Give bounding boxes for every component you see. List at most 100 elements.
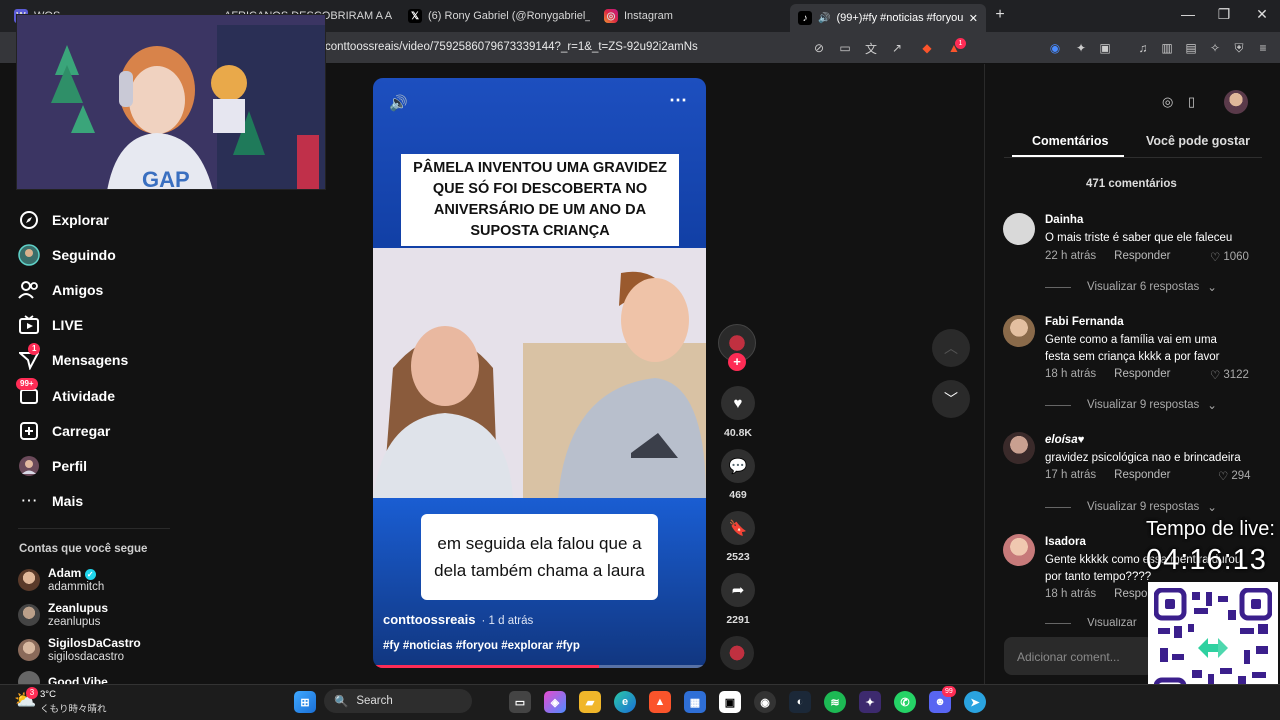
nav-perfil[interactable]: Perfil	[18, 453, 87, 479]
share-icon[interactable]: ↗	[888, 40, 906, 56]
translate-icon[interactable]: 文	[862, 40, 880, 56]
following-account-zeanlupus[interactable]: Zeanlupus zeanlupus	[18, 601, 108, 629]
copilot-icon[interactable]: ◈	[544, 691, 566, 713]
comment-like-button[interactable]: ♡ 1060	[1210, 250, 1249, 264]
view-replies-button[interactable]: Visualizar	[1045, 618, 1137, 628]
comment-like-button[interactable]: ♡ 3122	[1210, 368, 1249, 382]
next-video-button[interactable]: ﹀	[932, 380, 970, 418]
video-author[interactable]: conttoossreais · 1 d atrás	[383, 612, 533, 627]
save-button[interactable]: 🔖	[721, 511, 755, 545]
sound-disc-icon[interactable]	[720, 636, 754, 670]
minimize-button[interactable]: —	[1178, 6, 1198, 22]
steam-icon[interactable]: ◐	[789, 691, 811, 713]
comment-author[interactable]: Dainha	[1045, 214, 1083, 226]
twitch-studio-icon[interactable]: ✦	[859, 691, 881, 713]
volume-icon[interactable]: 🔊	[389, 94, 408, 112]
view-replies-button[interactable]: Visualizar 6 respostas ⌄	[1045, 280, 1217, 294]
menu-icon[interactable]: ≡	[1254, 40, 1272, 56]
spotify-icon[interactable]: ≋	[824, 691, 846, 713]
share-button[interactable]: ➦	[721, 573, 755, 607]
account-name: Zeanlupus	[48, 601, 109, 615]
video-hashtags[interactable]: #fy #noticias #foryou #explorar #fyp	[383, 640, 580, 652]
edge-icon[interactable]: e	[614, 691, 636, 713]
more-options-icon[interactable]: ⋯	[669, 90, 688, 111]
task-view-icon[interactable]: ▭	[509, 691, 531, 713]
avatar[interactable]	[1003, 534, 1035, 566]
wallet-icon[interactable]: ▤	[1182, 40, 1200, 56]
tab-comments[interactable]: Comentários	[1032, 134, 1108, 148]
following-account-sigilosdacastro[interactable]: SigilosDaCastro sigilosdacastro	[18, 636, 141, 664]
screenshot-icon[interactable]: ▣	[1096, 40, 1114, 56]
url-field[interactable]: conttoossreais/video/7592586079673339144…	[325, 41, 698, 53]
bookmark-icon: 🔖	[728, 520, 748, 537]
whatsapp-icon[interactable]: ✆	[894, 691, 916, 713]
close-window-button[interactable]: ✕	[1252, 6, 1272, 23]
brave-icon[interactable]: ▲	[649, 691, 671, 713]
maximize-button[interactable]: ❐	[1214, 6, 1234, 23]
live-timer-label: Tempo de live:	[1146, 518, 1275, 540]
weather-badge: 3	[26, 687, 38, 699]
avatar[interactable]	[1003, 432, 1035, 464]
comment-like-button[interactable]: ♡ 294	[1218, 469, 1251, 483]
author-name[interactable]: conttoossreais	[383, 612, 475, 627]
nav-live[interactable]: LIVE	[18, 312, 83, 338]
comment-like-count: 3122	[1223, 369, 1249, 381]
account-handle: adammitch	[48, 581, 105, 593]
media-icon[interactable]: ♫	[1134, 40, 1152, 56]
view-replies-button[interactable]: Visualizar 9 respostas ⌄	[1045, 398, 1217, 412]
reply-button[interactable]: Responder	[1114, 469, 1170, 481]
tab-voce-pode-gostar[interactable]: Você pode gostar	[1146, 134, 1250, 148]
user-avatar[interactable]	[1224, 90, 1248, 114]
reply-button[interactable]: Responder	[1114, 250, 1170, 262]
windows-taskbar	[0, 684, 1280, 720]
browser-tab-4[interactable]: ◎ Instagram	[596, 4, 776, 28]
like-button[interactable]: ♥	[721, 386, 755, 420]
file-explorer-icon[interactable]: ▰	[579, 691, 601, 713]
comment-text: O mais triste é saber que ele faleceu	[1045, 232, 1233, 244]
epic-app-icon[interactable]: ▣	[719, 691, 741, 713]
avatar[interactable]	[1003, 213, 1035, 245]
following-avatar-icon	[18, 244, 40, 266]
audio-extension-icon[interactable]: ◉	[1046, 40, 1064, 56]
comment-time: 22 h atrás	[1045, 250, 1097, 262]
avatar[interactable]	[1003, 315, 1035, 347]
coin-icon[interactable]: ◎	[1162, 94, 1180, 112]
previous-video-button[interactable]: ︿	[932, 329, 970, 367]
nav-explorar[interactable]: Explorar	[18, 207, 109, 233]
heart-outline-icon: ♡	[1210, 252, 1221, 264]
device-icon[interactable]: ▯	[1188, 94, 1206, 112]
new-tab-button[interactable]: +	[990, 6, 1010, 24]
video-player[interactable]: 🔊 ⋯ PÂMELA INVENTOU UMA GRAVIDEZ QUE SÓ …	[373, 78, 706, 668]
taskbar-search[interactable]: 🔍 Search	[324, 689, 472, 713]
nav-seguindo[interactable]: Seguindo	[18, 242, 116, 268]
video-progress-bar[interactable]	[373, 665, 706, 668]
comment-author[interactable]: eloísa♥	[1045, 434, 1084, 446]
tab-close-icon[interactable]: ✕	[969, 12, 978, 25]
sidebar-icon[interactable]: ▥	[1158, 40, 1176, 56]
nav-mais[interactable]: ⋯ Mais	[18, 488, 84, 514]
telegram-icon[interactable]: ➤	[964, 691, 986, 713]
cast-icon[interactable]: ▭	[836, 40, 854, 56]
nav-mensagens[interactable]: 1 Mensagens	[18, 343, 128, 373]
comment-author[interactable]: Fabi Fernanda	[1045, 316, 1124, 328]
reply-button[interactable]: Responder	[1114, 368, 1170, 380]
browser-tab-5-active[interactable]: ♪ 🔊 (99+)#fy #noticias #foryou #e ✕	[790, 4, 986, 32]
caption-box: em seguida ela falou que a dela também c…	[421, 514, 658, 600]
obs-icon[interactable]: ◉	[754, 691, 776, 713]
following-account-adam[interactable]: Adam ✓ adammitch	[18, 566, 104, 594]
comment-author[interactable]: Isadora	[1045, 536, 1086, 548]
comment-button[interactable]: 💬	[721, 449, 755, 483]
vpn-icon[interactable]: ⛨	[1230, 40, 1248, 56]
follow-plus-button[interactable]: +	[728, 353, 746, 371]
browser-tab-3[interactable]: 𝕏 (6) Rony Gabriel (@Ronygabriel_ofc)	[400, 4, 590, 28]
view-replies-button[interactable]: Visualizar 9 respostas ⌄	[1045, 500, 1217, 514]
extensions-icon[interactable]: ✦	[1072, 40, 1090, 56]
nav-amigos[interactable]: Amigos	[18, 277, 103, 303]
nav-carregar[interactable]: Carregar	[18, 418, 110, 444]
nav-atividade[interactable]: 99+ Atividade	[16, 378, 115, 409]
brave-shield-icon[interactable]: ◆	[918, 40, 936, 56]
store-icon[interactable]: ▦	[684, 691, 706, 713]
windows-start-icon[interactable]: ⊞	[294, 691, 316, 713]
leo-ai-icon[interactable]: ✧	[1206, 40, 1224, 56]
no-tracking-icon[interactable]: ⊘	[810, 40, 828, 56]
